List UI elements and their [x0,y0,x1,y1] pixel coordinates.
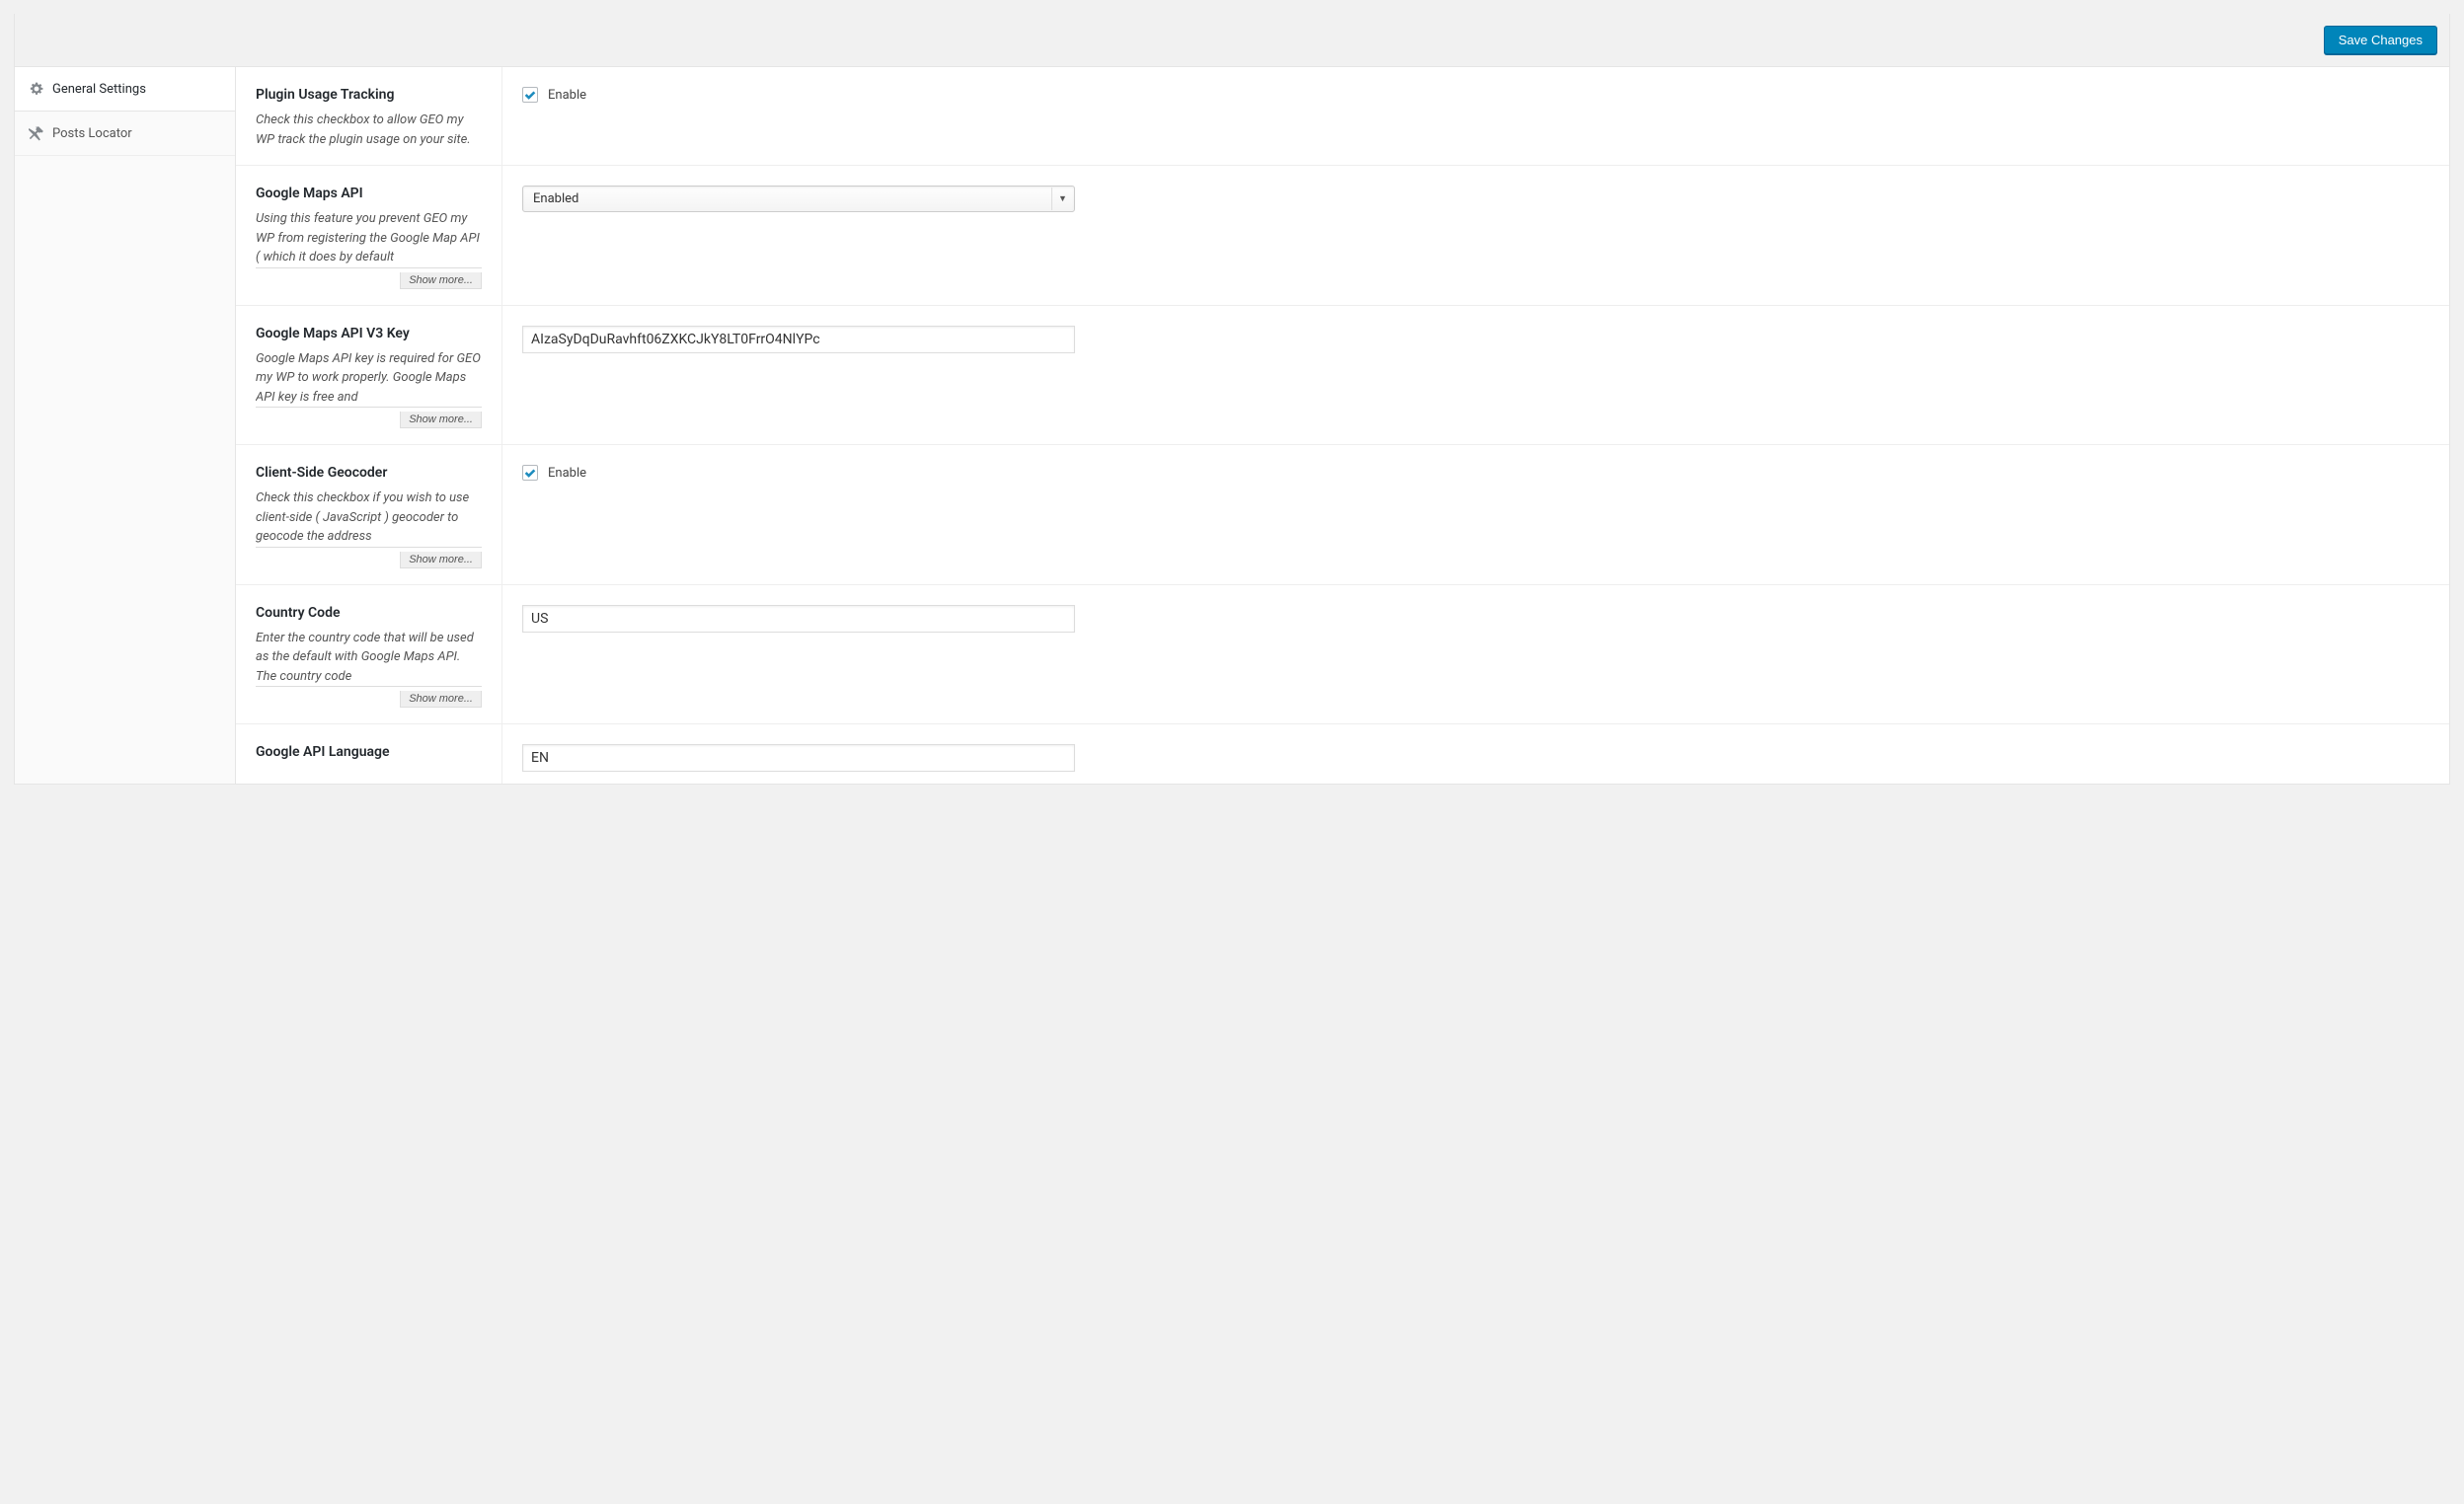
setting-row-country-code: Country Code Enter the country code that… [236,585,2449,725]
enable-checkbox-wrap[interactable]: Enable [522,465,2429,481]
setting-row-google-maps-api-v3-key: Google Maps API V3 Key Google Maps API k… [236,306,2449,446]
setting-row-google-api-language: Google API Language [236,724,2449,784]
select-value: Enabled [533,191,578,206]
setting-title: Plugin Usage Tracking [256,87,482,103]
setting-title: Client-Side Geocoder [256,465,482,481]
show-more-button[interactable]: Show more... [400,272,482,289]
save-changes-button[interactable]: Save Changes [2324,26,2437,54]
sidebar-item-label: General Settings [52,82,146,97]
setting-label-col: Google Maps API Using this feature you p… [236,166,502,305]
enable-checkbox-wrap[interactable]: Enable [522,87,2429,103]
checkbox-label: Enable [548,88,586,103]
setting-control-col: Enable [502,445,2449,584]
show-more-button[interactable]: Show more... [400,691,482,708]
setting-title: Google Maps API [256,186,482,201]
sidebar-item-general-settings[interactable]: General Settings [15,67,235,112]
gear-icon [29,81,44,97]
setting-row-plugin-usage-tracking: Plugin Usage Tracking Check this checkbo… [236,67,2449,166]
setting-row-google-maps-api: Google Maps API Using this feature you p… [236,166,2449,306]
pin-icon [29,125,44,141]
main-container: General Settings Posts Locator Plugin Us… [14,67,2450,785]
country-code-input[interactable] [522,605,1075,633]
setting-label-col: Plugin Usage Tracking Check this checkbo… [236,67,502,165]
setting-row-client-side-geocoder: Client-Side Geocoder Check this checkbox… [236,445,2449,585]
setting-title: Country Code [256,605,482,621]
setting-description: Using this feature you prevent GEO my WP… [256,209,482,267]
google-maps-api-select[interactable]: Enabled ▼ [522,186,1075,212]
setting-label-col: Country Code Enter the country code that… [236,585,502,724]
settings-content: Plugin Usage Tracking Check this checkbo… [236,67,2449,784]
setting-title: Google Maps API V3 Key [256,326,482,341]
show-more-button[interactable]: Show more... [400,552,482,568]
show-more-button[interactable]: Show more... [400,412,482,428]
sidebar-item-posts-locator[interactable]: Posts Locator [15,112,235,156]
api-language-input[interactable] [522,744,1075,772]
enable-checkbox[interactable] [522,87,538,103]
setting-label-col: Google API Language [236,724,502,784]
setting-description: Check this checkbox to allow GEO my WP t… [256,111,482,149]
setting-control-col: Enable [502,67,2449,165]
setting-control-col [502,306,2449,445]
setting-label-col: Client-Side Geocoder Check this checkbox… [236,445,502,584]
top-bar: Save Changes [14,14,2450,67]
sidebar-item-label: Posts Locator [52,126,132,141]
setting-label-col: Google Maps API V3 Key Google Maps API k… [236,306,502,445]
setting-control-col [502,724,2449,784]
setting-control-col [502,585,2449,724]
chevron-down-icon: ▼ [1051,188,1073,210]
setting-description: Check this checkbox if you wish to use c… [256,489,482,547]
checkbox-label: Enable [548,466,586,481]
settings-sidebar: General Settings Posts Locator [15,67,236,784]
enable-checkbox[interactable] [522,465,538,481]
setting-description: Google Maps API key is required for GEO … [256,349,482,408]
setting-title: Google API Language [256,744,482,760]
setting-control-col: Enabled ▼ [502,166,2449,305]
setting-description: Enter the country code that will be used… [256,629,482,687]
api-key-input[interactable] [522,326,1075,353]
